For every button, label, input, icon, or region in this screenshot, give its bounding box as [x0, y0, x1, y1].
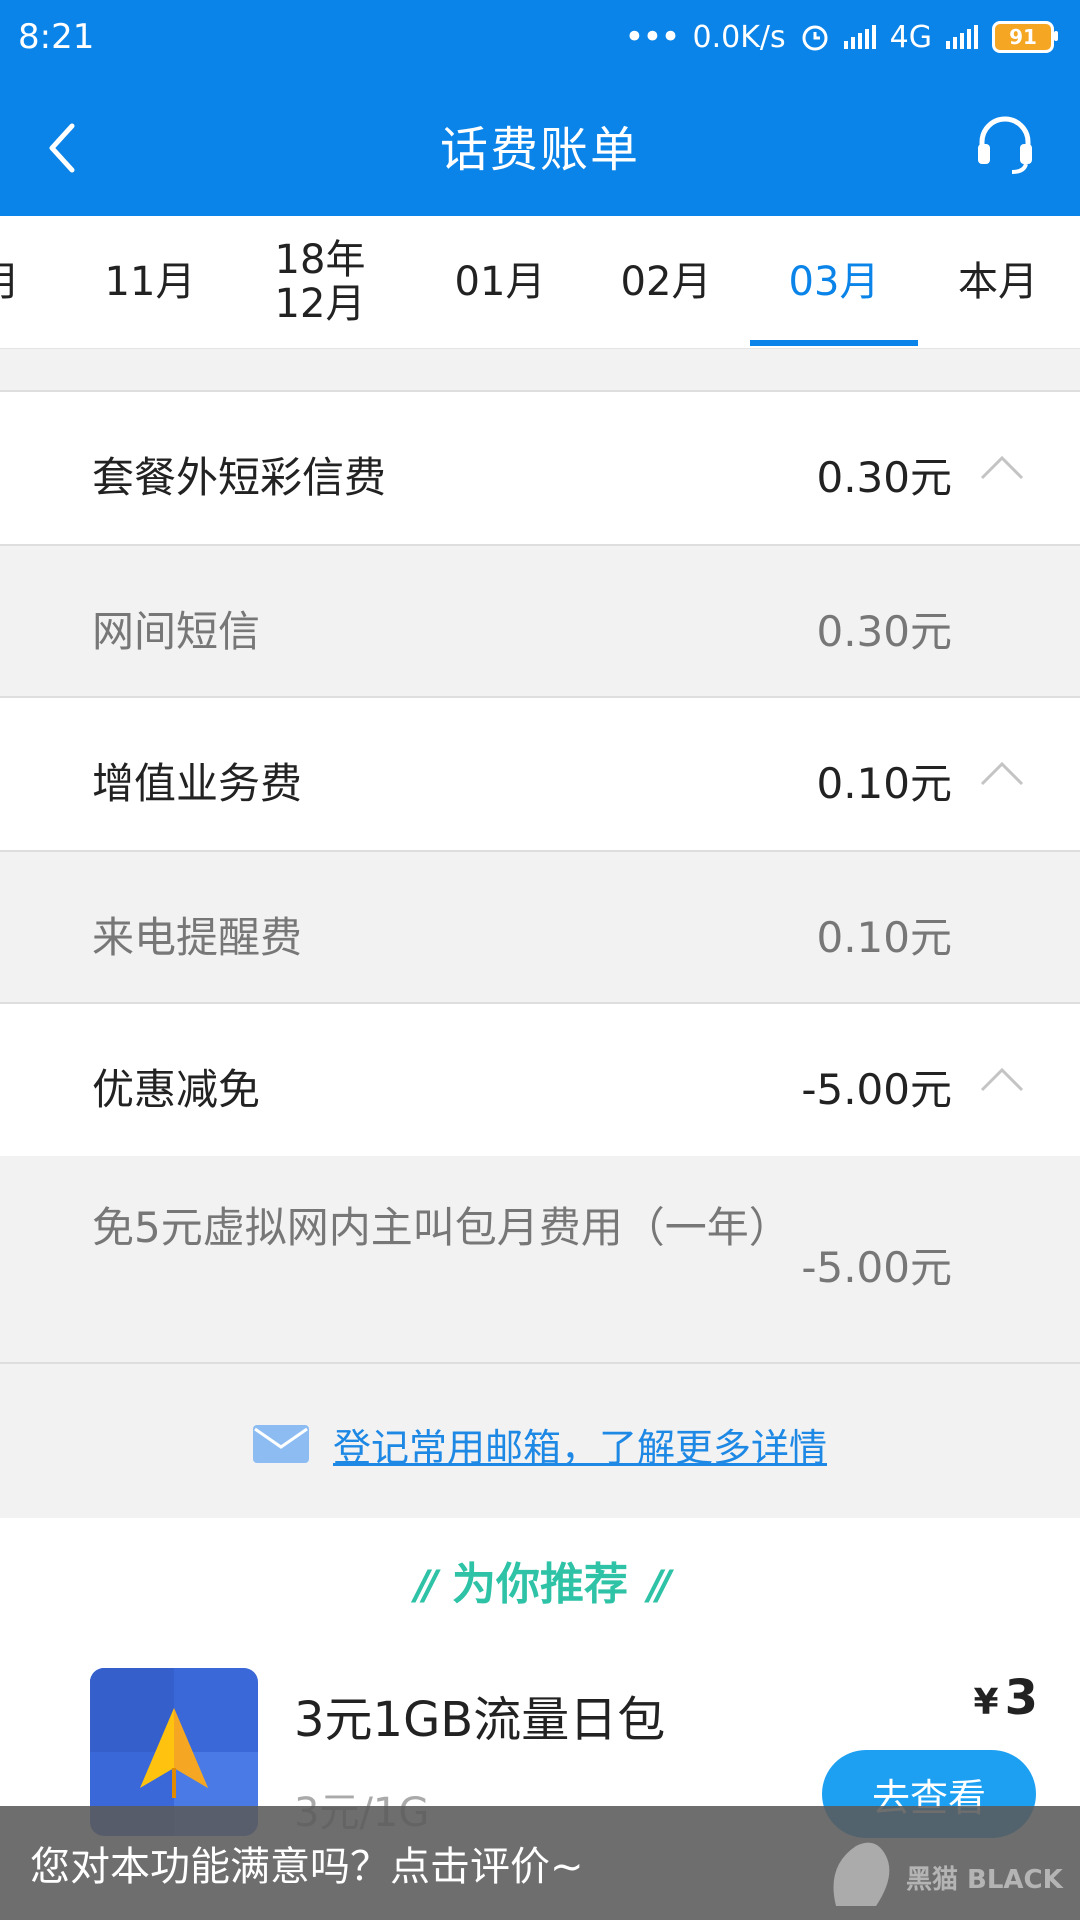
bill-subrow-inter-network-sms: 网间短信 0.30元 [0, 546, 1080, 698]
row-amount: 0.10元 [816, 759, 952, 808]
bill-row-sms-mms-fee[interactable]: 套餐外短彩信费 0.30元 [0, 390, 1080, 546]
chevron-up-icon[interactable] [980, 452, 1024, 482]
chevron-up-icon[interactable] [980, 1064, 1024, 1094]
tab-month-18-12[interactable]: 18年 12月 [240, 216, 400, 348]
month-tabs: 月 11月 18年 12月 01月 02月 03月 本月 [0, 216, 1080, 349]
row-label: 来电提醒费 [92, 913, 303, 962]
bill-subrow-discount-detail: 免5元虚拟网内主叫包月费用（一年） -5.00元 [0, 1156, 1080, 1364]
row-amount: 0.30元 [816, 607, 952, 656]
chevron-up-icon[interactable] [980, 758, 1024, 788]
email-link-text[interactable]: 登记常用邮箱，了解更多详情 [333, 1417, 827, 1472]
active-tab-indicator [750, 340, 918, 346]
tab-month-02[interactable]: 02月 [586, 216, 746, 348]
nav-header: 话费账单 [0, 74, 1080, 216]
dots-icon: ••• [624, 17, 680, 57]
battery-icon: 91 [992, 21, 1058, 53]
feedback-text: 您对本功能满意吗？点击评价~ [30, 1844, 584, 1890]
row-label: 优惠减免 [92, 1065, 261, 1114]
product-price: ¥3 [973, 1670, 1038, 1726]
tab-month-01[interactable]: 01月 [420, 216, 580, 348]
recommend-title: //为你推荐// [414, 1559, 672, 1610]
row-label: 免5元虚拟网内主叫包月费用（一年） [92, 1203, 791, 1252]
tab-month-03[interactable]: 03月 [752, 216, 916, 348]
signal-icon-2 [946, 25, 978, 49]
email-register-link[interactable]: 登记常用邮箱，了解更多详情 [0, 1370, 1080, 1518]
back-icon[interactable] [36, 118, 96, 178]
row-amount: 0.30元 [816, 453, 952, 502]
row-amount: -5.00元 [801, 1243, 952, 1292]
slash-decoration-icon: // [648, 1563, 671, 1609]
watermark-text: 黑猫 BLACK CAT [906, 1865, 1066, 1895]
bill-list: 套餐外短彩信费 0.30元 网间短信 0.30元 增值业务费 0.10元 来电提… [0, 390, 1080, 1364]
product-name: 3元1GB流量日包 [294, 1692, 666, 1748]
row-label: 网间短信 [92, 607, 261, 656]
mail-icon [252, 1425, 309, 1463]
row-amount: -5.00元 [801, 1065, 952, 1114]
black-cat-watermark: 黑猫 BLACK CAT [833, 1842, 1066, 1906]
status-speed: 0.0K/s [692, 19, 786, 55]
signal-icon [843, 25, 876, 49]
alarm-icon [802, 25, 828, 51]
status-network: 4G [889, 19, 932, 55]
row-label: 套餐外短彩信费 [92, 453, 387, 502]
tab-this-month[interactable]: 本月 [918, 216, 1078, 348]
bill-row-discount[interactable]: 优惠减免 -5.00元 [0, 1004, 1080, 1156]
headset-icon[interactable] [974, 114, 1036, 176]
status-right: ••• 0.0K/s 4G 91 [624, 17, 1058, 57]
row-amount: 0.10元 [816, 913, 952, 962]
bill-subrow-call-reminder: 来电提醒费 0.10元 [0, 852, 1080, 1004]
tab-month-prev[interactable]: 月 [0, 216, 40, 348]
status-time: 8:21 [18, 17, 95, 57]
status-bar: 8:21 ••• 0.0K/s 4G 91 [0, 0, 1080, 74]
bill-row-value-added-fee[interactable]: 增值业务费 0.10元 [0, 698, 1080, 852]
row-label: 增值业务费 [92, 759, 303, 808]
page-title: 话费账单 [439, 122, 640, 178]
tab-month-11[interactable]: 11月 [70, 216, 230, 348]
slash-decoration-icon: // [414, 1563, 438, 1609]
